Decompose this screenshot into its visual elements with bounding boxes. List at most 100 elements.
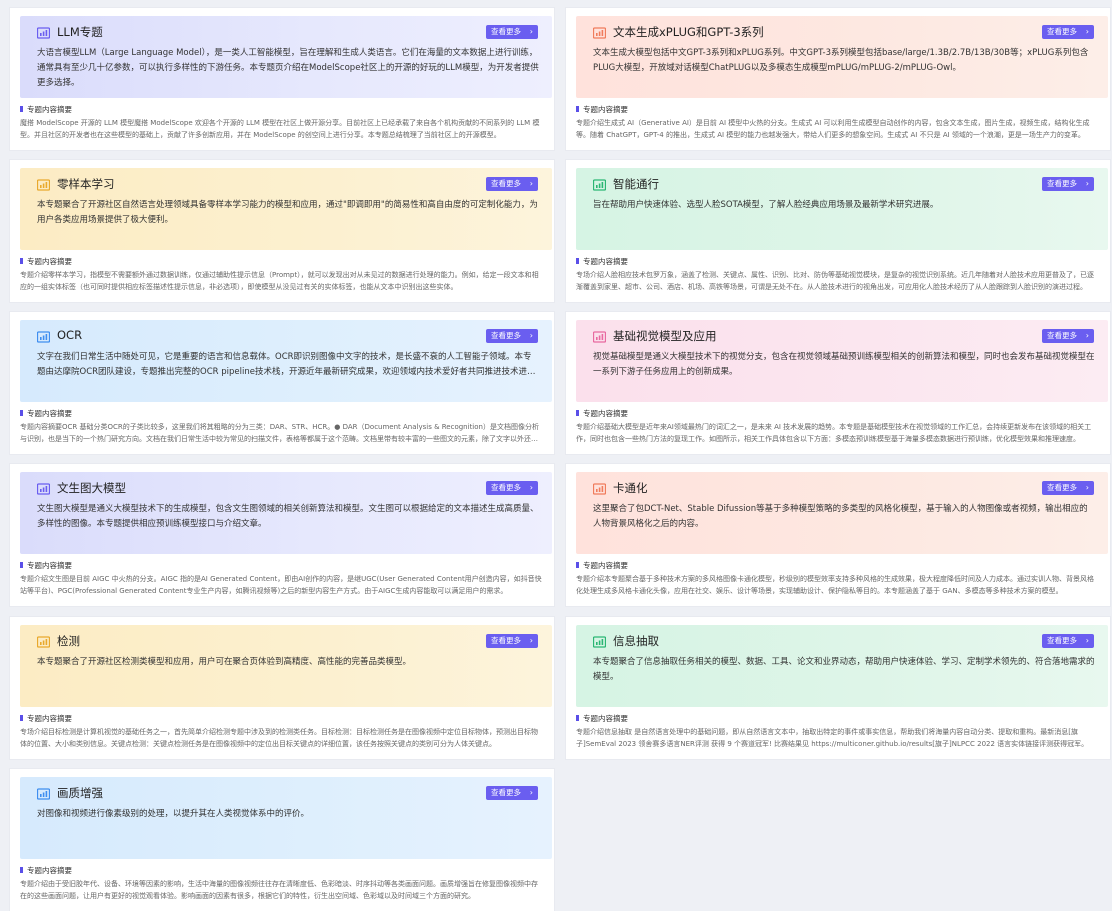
- card-title: 文生图大模型: [57, 481, 126, 495]
- card-title: 画质增强: [57, 786, 103, 800]
- view-more-button[interactable]: 查看更多 ›: [1042, 25, 1094, 39]
- chevron-right-icon: ›: [1085, 27, 1089, 36]
- view-more-button[interactable]: 查看更多 ›: [1042, 481, 1094, 495]
- chart-icon: [593, 27, 606, 39]
- chart-icon: [593, 179, 606, 191]
- card-description: 大语言模型LLM（Large Language Model），是一类人工智能模型…: [37, 48, 539, 88]
- view-more-button[interactable]: 查看更多 ›: [486, 25, 538, 39]
- summary-label: 专题内容摘要: [20, 865, 72, 876]
- summary-text: 专题内容摘要OCR 基础分类OCR的子类比较多，这里我们将其粗略的分为三类：DA…: [20, 423, 539, 443]
- card-hero: 智能通行 查看更多 › 旨在帮助用户快速体验、选型人脸SOTA模型，了解人脸经典应…: [576, 168, 1108, 250]
- topic-card-grid: LLM专题 查看更多 › 大语言模型LLM（Large Language Mode…: [0, 0, 1112, 911]
- card-title: LLM专题: [57, 25, 103, 39]
- card-hero: 文生图大模型 查看更多 › 文生图大模型是通义大模型技术下的生成模型，包含文生图领…: [20, 472, 552, 554]
- view-more-button[interactable]: 查看更多 ›: [1042, 634, 1094, 648]
- summary-label: 专题内容摘要: [576, 408, 628, 419]
- chart-icon: [37, 179, 50, 191]
- chevron-right-icon: ›: [1085, 331, 1089, 340]
- topic-card-text-generation[interactable]: 文本生成xPLUG和GPT-3系列 查看更多 › 文本生成大模型包括中文GPT-3…: [566, 8, 1110, 150]
- summary-text: 魔搭 ModelScope 开源的 LLM 模型魔搭 ModelScope 欢迎…: [20, 119, 540, 139]
- chevron-right-icon: ›: [529, 788, 533, 797]
- chart-icon: [37, 331, 50, 343]
- chevron-right-icon: ›: [1085, 636, 1089, 645]
- card-hero: 画质增强 查看更多 › 对图像和视频进行像素级别的处理，以提升其在人类视觉体系中的…: [20, 777, 552, 859]
- view-more-button[interactable]: 查看更多 ›: [1042, 177, 1094, 191]
- card-description: 本专题聚合了开源社区自然语言处理领域具备零样本学习能力的模型和应用，通过"即调即…: [37, 200, 538, 225]
- card-hero: OCR 查看更多 › 文字在我们日常生活中随处可见，它是重要的语言和信息载体。OC…: [20, 320, 552, 402]
- topic-card-image-enhancement[interactable]: 画质增强 查看更多 › 对图像和视频进行像素级别的处理，以提升其在人类视觉体系中的…: [10, 769, 554, 911]
- summary-text: 专场介绍人脸相应技术包罗万象，涵盖了检测、关键点、属性、识别、比对、防伪等基础视…: [576, 271, 1094, 291]
- summary-label: 专题内容摘要: [576, 256, 628, 267]
- card-title: 基础视觉模型及应用: [613, 329, 717, 343]
- summary-label: 专题内容摘要: [20, 713, 72, 724]
- card-hero: 文本生成xPLUG和GPT-3系列 查看更多 › 文本生成大模型包括中文GPT-3…: [576, 16, 1108, 98]
- summary-text: 专题介绍信息抽取 是自然语言处理中的基础问题，即从自然语言文本中，抽取出特定的事…: [576, 728, 1089, 748]
- card-description: 文本生成大模型包括中文GPT-3系列和xPLUG系列。中文GPT-3系列模型包括…: [593, 48, 1089, 73]
- card-title: 文本生成xPLUG和GPT-3系列: [613, 25, 764, 39]
- chart-icon: [593, 636, 606, 648]
- topic-card-detection[interactable]: 检测 查看更多 › 本专题聚合了开源社区检测类模型和应用，用户可在聚合页体验到高精…: [10, 617, 554, 759]
- chevron-right-icon: ›: [1085, 179, 1089, 188]
- card-hero: 基础视觉模型及应用 查看更多 › 视觉基础模型是通义大模型技术下的视觉分支，包含在…: [576, 320, 1108, 402]
- summary-label: 专题内容摘要: [20, 560, 72, 571]
- card-title: 智能通行: [613, 177, 659, 191]
- summary-text: 专题介绍基础大模型是近年来AI领域最热门的词汇之一，是未来 AI 技术发展的趋势…: [576, 423, 1092, 443]
- view-more-button[interactable]: 查看更多 ›: [486, 329, 538, 343]
- card-description: 这里聚合了包DCT-Net、Stable Difussion等基于多种模型策略的…: [593, 504, 1088, 529]
- card-title: 检测: [57, 634, 80, 648]
- chart-icon: [37, 483, 50, 495]
- card-description: 旨在帮助用户快速体验、选型人脸SOTA模型，了解人脸经典应用场景及最新学术研究进…: [593, 200, 939, 210]
- chevron-right-icon: ›: [529, 179, 533, 188]
- view-more-button[interactable]: 查看更多 ›: [486, 786, 538, 800]
- chart-icon: [593, 331, 606, 343]
- chart-icon: [593, 483, 606, 495]
- summary-text: 专题介绍由于受旧胶年代、设备、环境等因素的影响，生活中海量的图像视频往往存在清晰…: [20, 880, 538, 900]
- card-description: 视觉基础模型是通义大模型技术下的视觉分支，包含在视觉领域基础预训练模型相关的创新…: [593, 352, 1095, 377]
- card-title: 信息抽取: [613, 634, 659, 648]
- chevron-right-icon: ›: [529, 27, 533, 36]
- chevron-right-icon: ›: [529, 483, 533, 492]
- summary-label: 专题内容摘要: [576, 560, 628, 571]
- summary-label: 专题内容摘要: [576, 713, 628, 724]
- summary-text: 专题介绍生成式 AI（Generative AI）是目前 AI 模型中火热的分支…: [576, 119, 1090, 139]
- topic-card-vision-foundation[interactable]: 基础视觉模型及应用 查看更多 › 视觉基础模型是通义大模型技术下的视觉分支，包含在…: [566, 312, 1110, 454]
- summary-label: 专题内容摘要: [20, 256, 72, 267]
- view-more-button[interactable]: 查看更多 ›: [486, 177, 538, 191]
- chart-icon: [37, 27, 50, 39]
- card-hero: 信息抽取 查看更多 › 本专题聚合了信息抽取任务相关的模型、数据、工具、论文和业界…: [576, 625, 1108, 707]
- card-hero: 检测 查看更多 › 本专题聚合了开源社区检测类模型和应用，用户可在聚合页体验到高精…: [20, 625, 552, 707]
- chevron-right-icon: ›: [529, 636, 533, 645]
- topic-card-llm[interactable]: LLM专题 查看更多 › 大语言模型LLM（Large Language Mode…: [10, 8, 554, 150]
- view-more-button[interactable]: 查看更多 ›: [1042, 329, 1094, 343]
- summary-text: 专题介绍文生图是目前 AIGC 中火热的分支。AIGC 指的是AI Genera…: [20, 575, 542, 595]
- card-description: 文字在我们日常生活中随处可见，它是重要的语言和信息载体。OCR即识别图像中文字的…: [37, 352, 532, 377]
- topic-card-information-extraction[interactable]: 信息抽取 查看更多 › 本专题聚合了信息抽取任务相关的模型、数据、工具、论文和业界…: [566, 617, 1110, 759]
- card-title: 零样本学习: [57, 177, 115, 191]
- topic-card-smart-access[interactable]: 智能通行 查看更多 › 旨在帮助用户快速体验、选型人脸SOTA模型，了解人脸经典应…: [566, 160, 1110, 302]
- card-description: 本专题聚合了信息抽取任务相关的模型、数据、工具、论文和业界动态，帮助用户快速体验…: [593, 657, 1095, 682]
- summary-text: 专题介绍本专题聚合基于多种技术方案的多风格图像卡通化模型，秒级别的模型效率支持多…: [576, 575, 1094, 595]
- card-title: OCR: [57, 328, 83, 342]
- card-description: 本专题聚合了开源社区检测类模型和应用，用户可在聚合页体验到高精度、高性能的完善品…: [37, 657, 412, 667]
- summary-text: 专场介绍目标检测是计算机视觉的基础任务之一，首先简单介绍检测专题中涉及到的检测类…: [20, 728, 538, 748]
- view-more-button[interactable]: 查看更多 ›: [486, 481, 538, 495]
- summary-label: 专题内容摘要: [20, 104, 72, 115]
- card-hero: LLM专题 查看更多 › 大语言模型LLM（Large Language Mode…: [20, 16, 552, 98]
- summary-label: 专题内容摘要: [20, 408, 72, 419]
- card-description: 对图像和视频进行像素级别的处理，以提升其在人类视觉体系中的评价。: [37, 809, 310, 819]
- card-hero: 零样本学习 查看更多 › 本专题聚合了开源社区自然语言处理领域具备零样本学习能力的…: [20, 168, 552, 250]
- chevron-right-icon: ›: [529, 331, 533, 340]
- summary-text: 专题介绍零样本学习，指模型不需要额外通过数据训练，仅通过辅助性提示信息（Prom…: [20, 271, 539, 291]
- topic-card-zero-shot[interactable]: 零样本学习 查看更多 › 本专题聚合了开源社区自然语言处理领域具备零样本学习能力的…: [10, 160, 554, 302]
- topic-card-cartoonization[interactable]: 卡通化 查看更多 › 这里聚合了包DCT-Net、Stable Difussion…: [566, 464, 1110, 606]
- topic-card-text-to-image[interactable]: 文生图大模型 查看更多 › 文生图大模型是通义大模型技术下的生成模型，包含文生图领…: [10, 464, 554, 606]
- chevron-right-icon: ›: [1085, 483, 1089, 492]
- chart-icon: [37, 636, 50, 648]
- card-hero: 卡通化 查看更多 › 这里聚合了包DCT-Net、Stable Difussion…: [576, 472, 1108, 554]
- summary-label: 专题内容摘要: [576, 104, 628, 115]
- topic-card-ocr[interactable]: OCR 查看更多 › 文字在我们日常生活中随处可见，它是重要的语言和信息载体。OC…: [10, 312, 554, 454]
- chart-icon: [37, 788, 50, 800]
- card-title: 卡通化: [613, 481, 648, 495]
- view-more-button[interactable]: 查看更多 ›: [486, 634, 538, 648]
- card-description: 文生图大模型是通义大模型技术下的生成模型，包含文生图领域的相关创新算法和模型。文…: [37, 504, 539, 529]
